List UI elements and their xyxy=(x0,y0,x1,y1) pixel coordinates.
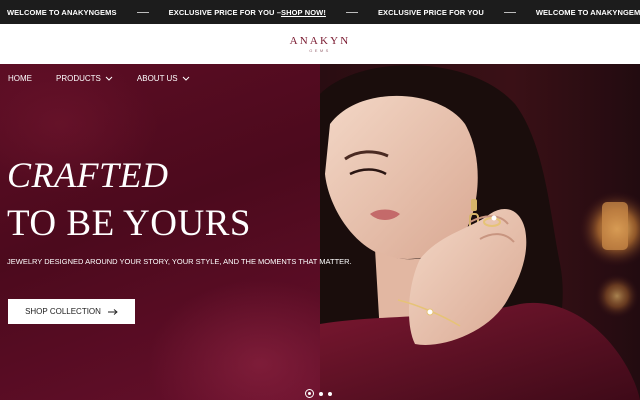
announcement-exclusive-1: EXCLUSIVE PRICE FOR YOU –SHOP NOW! xyxy=(169,8,326,17)
hero-headline-italic: CRAFTED xyxy=(7,155,169,195)
main-nav: HOME PRODUCTS ABOUT US xyxy=(8,74,214,83)
arrow-right-icon xyxy=(107,308,118,315)
nav-products-label: PRODUCTS xyxy=(56,74,101,83)
slider-dot-2[interactable] xyxy=(319,391,323,396)
nav-about-us-label: ABOUT US xyxy=(136,74,178,83)
announcement-exclusive-text: EXCLUSIVE PRICE FOR YOU – xyxy=(168,7,281,17)
announcement-exclusive-2: EXCLUSIVE PRICE FOR YOU xyxy=(377,7,484,17)
chevron-down-icon xyxy=(105,76,113,81)
slider-dot-3[interactable] xyxy=(328,391,332,396)
announcement-divider xyxy=(136,11,149,13)
logo-header: ANAKYN GEMS xyxy=(0,24,640,64)
nav-home-label: HOME xyxy=(8,74,32,83)
announcement-divider xyxy=(345,11,358,13)
shop-collection-label: SHOP COLLECTION xyxy=(25,307,101,316)
chevron-down-icon xyxy=(182,76,189,81)
logo-name: ANAKYN xyxy=(289,34,351,47)
announcement-divider xyxy=(503,11,516,13)
hero-banner: HOME PRODUCTS ABOUT US CRAFTED TO BE YOU… xyxy=(0,64,640,400)
hero-headline: TO BE YOURS xyxy=(7,203,251,244)
logo-subtitle: GEMS xyxy=(309,47,331,53)
nav-home[interactable]: HOME xyxy=(8,74,32,83)
nav-products[interactable]: PRODUCTS xyxy=(56,74,113,83)
hero-subtext: JEWELRY DESIGNED AROUND YOUR STORY, YOUR… xyxy=(7,257,352,266)
slider-dot-1[interactable] xyxy=(305,389,314,398)
slider-pagination xyxy=(305,389,332,398)
site-logo[interactable]: ANAKYN GEMS xyxy=(289,34,351,53)
announcement-welcome-2: WELCOME TO ANAKYNGEMS xyxy=(535,7,640,17)
announcement-welcome-1: WELCOME TO ANAKYNGEMS xyxy=(7,7,117,17)
announcement-bar: WELCOME TO ANAKYNGEMS EXCLUSIVE PRICE FO… xyxy=(0,0,640,24)
shop-collection-button[interactable]: SHOP COLLECTION xyxy=(8,299,135,324)
nav-about-us[interactable]: ABOUT US xyxy=(137,74,190,83)
shop-now-link[interactable]: SHOP NOW! xyxy=(281,8,326,17)
model-wearing-jewelry-photo xyxy=(320,64,640,400)
